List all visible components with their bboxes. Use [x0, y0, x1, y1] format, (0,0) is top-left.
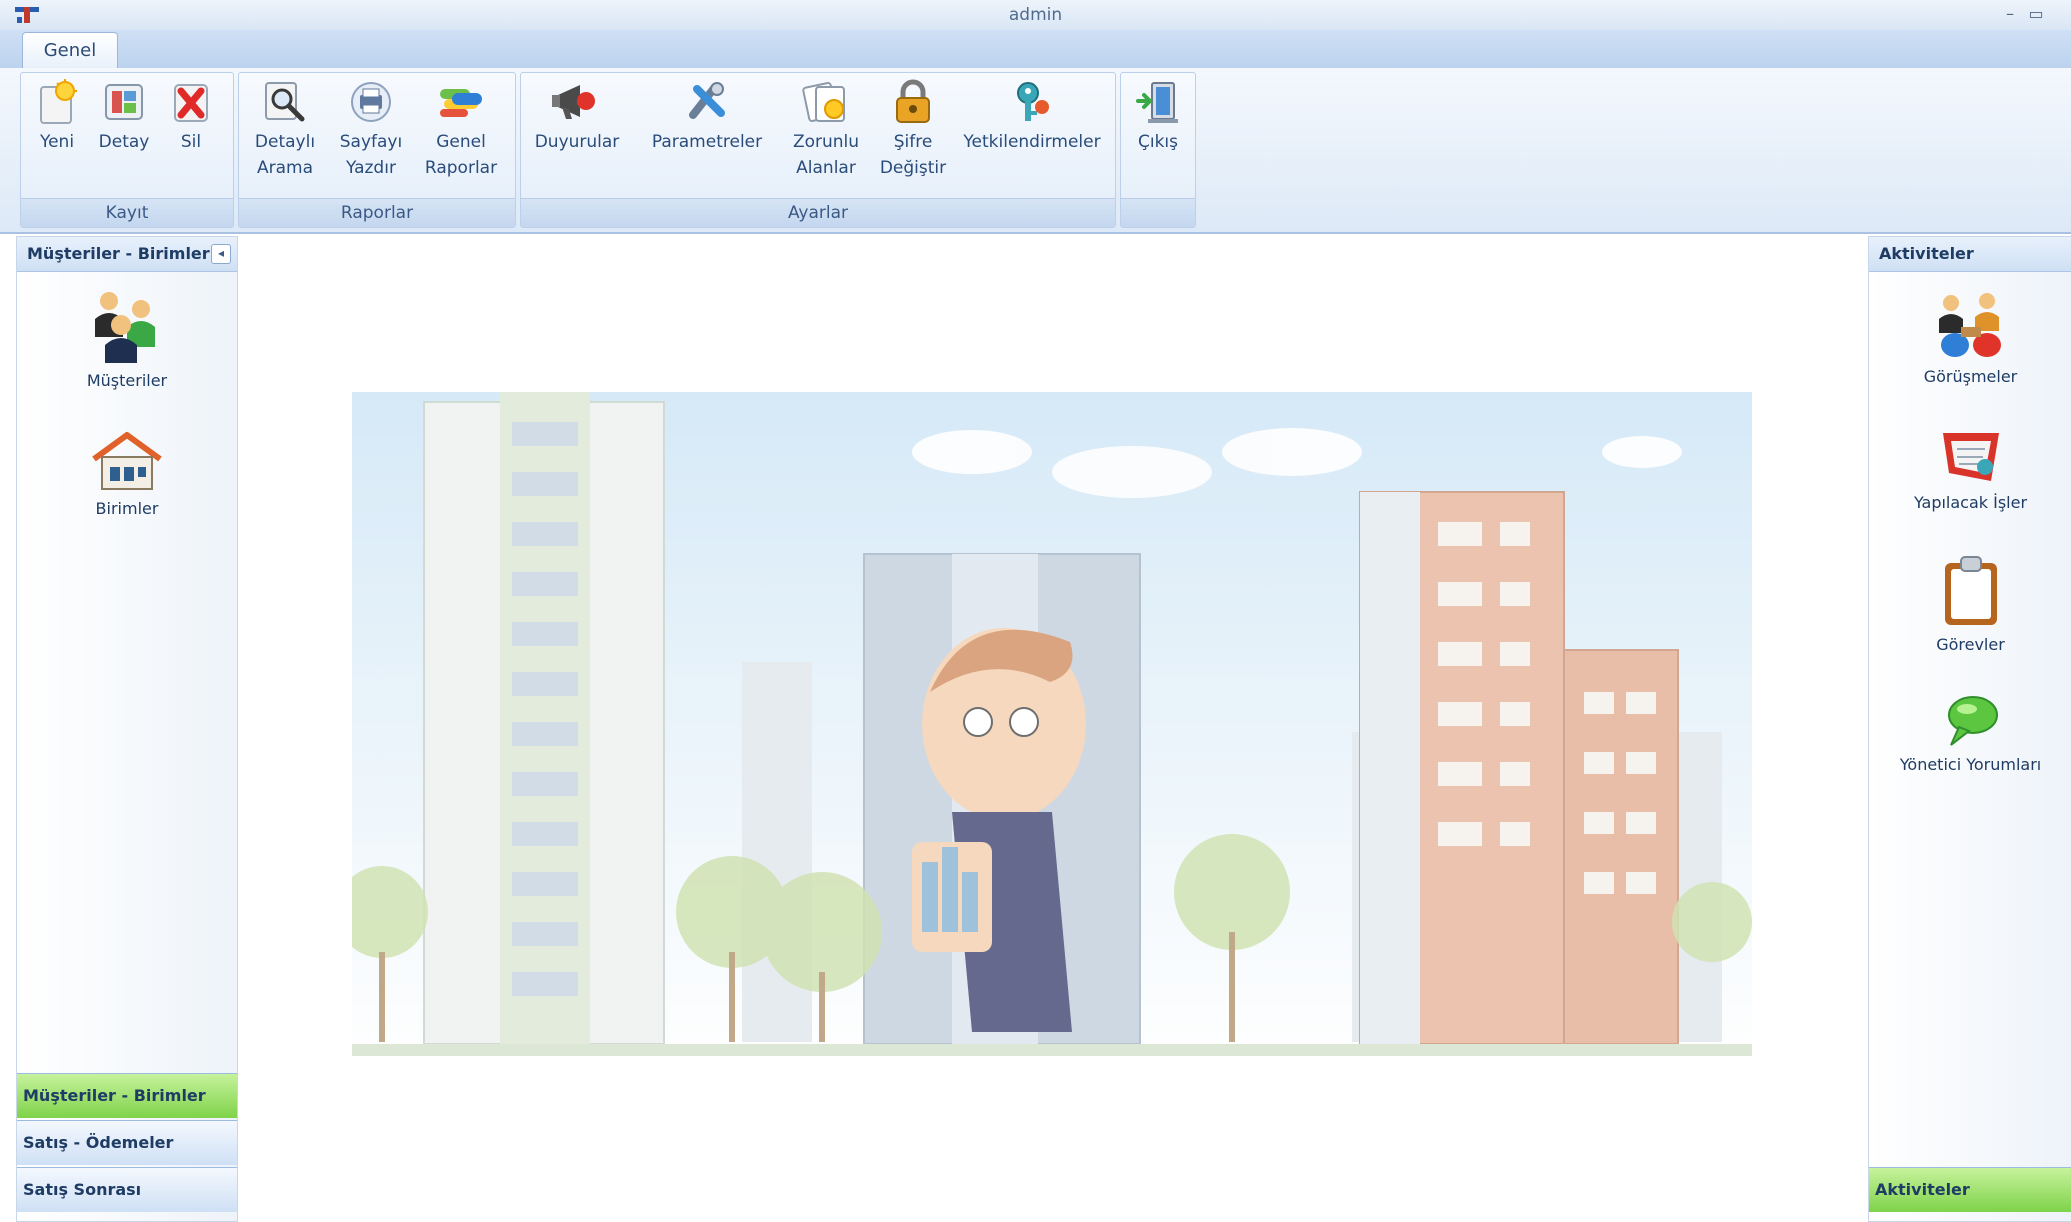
tasks-label: Görevler: [1936, 635, 2005, 654]
required-fields-button[interactable]: Zorunlu Alanlar: [783, 79, 869, 181]
delete-icon: [174, 84, 208, 122]
parameters-label: Parametreler: [651, 132, 763, 152]
ribbon-tab-strip: Genel: [0, 30, 2071, 70]
window-title: admin: [1008, 5, 1063, 25]
print-page-label-1: Sayfayı: [339, 132, 403, 152]
ribbon-group-ayarlar: Duyurular Parametreler Zorunlu Alanlar Ş…: [520, 72, 1116, 228]
todo-label: Yapılacak İşler: [1913, 493, 2028, 512]
print-page-label-2: Yazdır: [346, 158, 396, 178]
house-icon: [92, 432, 162, 490]
general-reports-label-1: Genel: [436, 132, 486, 152]
left-panel: Müşteriler - Birimler ◂ Müşteriler Birim…: [16, 236, 238, 1222]
change-password-label-2: Değiştir: [879, 158, 947, 178]
nav-after-sales[interactable]: Satış Sonrası: [17, 1167, 237, 1212]
detail-icon: [105, 84, 143, 120]
group-label-kayit: Kayıt: [21, 198, 233, 227]
title-bar: admin – ▭: [0, 0, 2071, 31]
ribbon-group-raporlar: Detaylı Arama Sayfayı Yazdır Genel Rapor…: [238, 72, 516, 228]
exit-button[interactable]: Çıkış: [1127, 79, 1189, 155]
detailed-search-label-1: Detaylı: [254, 132, 316, 152]
group-label-exit: [1121, 198, 1195, 227]
ribbon-group-exit: Çıkış: [1120, 72, 1196, 228]
left-panel-title: Müşteriler - Birimler: [27, 244, 210, 263]
right-panel-header: Aktiviteler: [1869, 237, 2071, 272]
meetings-label: Görüşmeler: [1923, 367, 2018, 386]
exit-icon: [1136, 82, 1178, 123]
announcements-button[interactable]: Duyurular: [525, 79, 629, 155]
nav-activities[interactable]: Aktiviteler: [1869, 1167, 2071, 1212]
general-reports-label-2: Raporlar: [424, 158, 498, 178]
customers-icon: [95, 292, 155, 363]
chevron-left-icon[interactable]: ◂: [211, 244, 231, 264]
ribbon-group-kayit: Yeni Detay Sil Kayıt: [20, 72, 234, 228]
required-fields-label-2: Alanlar: [796, 158, 856, 178]
meetings-icon: [1938, 293, 2001, 357]
delete-button-label: Sil: [180, 132, 202, 152]
customers-label: Müşteriler: [86, 371, 168, 390]
sidebar-item-units[interactable]: Birimler: [17, 431, 237, 518]
detail-button-label: Detay: [98, 132, 150, 152]
sidebar-item-meetings[interactable]: Görüşmeler: [1869, 289, 2071, 386]
group-label-raporlar: Raporlar: [239, 198, 515, 227]
general-reports-button[interactable]: Genel Raporlar: [419, 79, 503, 181]
right-panel: Aktiviteler Görüşmeler Yapılacak İşler G…: [1868, 236, 2071, 1222]
left-panel-header: Müşteriler - Birimler ◂: [17, 237, 237, 272]
clipboard-icon: [1944, 556, 1997, 625]
manager-comments-label: Yönetici Yorumları: [1899, 755, 2042, 774]
detailed-search-button[interactable]: Detaylı Arama: [245, 79, 325, 181]
todo-icon: [1942, 433, 1999, 481]
nav-customers-units[interactable]: Müşteriler - Birimler: [17, 1073, 237, 1118]
key-icon: [1017, 82, 1049, 121]
delete-button[interactable]: Sil: [163, 79, 219, 155]
ribbon: Yeni Detay Sil Kayıt Detaylı Arama Sayfa…: [0, 68, 2071, 234]
sidebar-item-customers[interactable]: Müşteriler: [17, 289, 237, 390]
sidebar-item-manager-comments[interactable]: Yönetici Yorumları: [1869, 691, 2071, 774]
change-password-label-1: Şifre: [893, 132, 933, 152]
tools-icon: [689, 82, 725, 119]
new-button-label: Yeni: [39, 132, 75, 152]
new-icon: [40, 79, 77, 124]
new-button[interactable]: Yeni: [29, 79, 85, 155]
comment-bubble-icon: [1947, 696, 1998, 746]
units-label: Birimler: [95, 499, 159, 518]
group-label-ayarlar: Ayarlar: [521, 198, 1115, 227]
required-fields-icon: [802, 82, 845, 122]
lock-icon: [896, 79, 930, 123]
parameters-button[interactable]: Parametreler: [633, 79, 781, 155]
sidebar-item-todo[interactable]: Yapılacak İşler: [1869, 427, 2071, 512]
authorizations-button[interactable]: Yetkilendirmeler: [957, 79, 1107, 155]
announcements-label: Duyurular: [534, 132, 620, 152]
tab-genel[interactable]: Genel: [22, 32, 118, 70]
required-fields-label-1: Zorunlu: [792, 132, 860, 152]
maximize-icon[interactable]: ▭: [2024, 2, 2048, 26]
change-password-button[interactable]: Şifre Değiştir: [871, 79, 955, 181]
search-icon: [265, 82, 305, 122]
print-page-button[interactable]: Sayfayı Yazdır: [331, 79, 411, 181]
minimize-icon[interactable]: –: [1998, 2, 2022, 26]
exit-label: Çıkış: [1137, 132, 1179, 152]
print-icon: [351, 82, 391, 122]
megaphone-icon: [552, 85, 595, 119]
reports-icon: [440, 89, 482, 117]
city-background-illustration: [352, 392, 1752, 1064]
nav-sales-payments[interactable]: Satış - Ödemeler: [17, 1120, 237, 1165]
authorizations-label: Yetkilendirmeler: [963, 132, 1101, 152]
sidebar-item-tasks[interactable]: Görevler: [1869, 555, 2071, 654]
detailed-search-label-2: Arama: [256, 158, 313, 178]
detail-button[interactable]: Detay: [93, 79, 155, 155]
